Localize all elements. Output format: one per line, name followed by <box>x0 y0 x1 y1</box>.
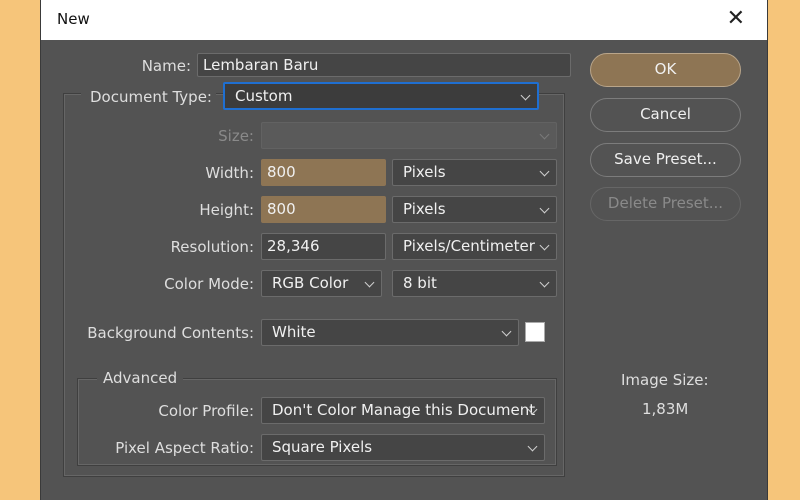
title-bar: New ✕ <box>41 0 767 40</box>
document-type-value: Custom <box>235 87 293 105</box>
height-unit-value: Pixels <box>403 200 446 218</box>
pixel-aspect-ratio-select[interactable]: Square Pixels <box>261 434 545 461</box>
advanced-group-title: Advanced <box>97 369 184 387</box>
document-type-select[interactable]: Custom <box>223 82 539 110</box>
background-contents-select[interactable]: White <box>261 319 519 346</box>
color-mode-select[interactable]: RGB Color <box>261 270 382 297</box>
background-contents-label: Background Contents: <box>87 324 254 342</box>
delete-preset-button[interactable]: Delete Preset... <box>590 187 741 221</box>
color-profile-value: Don't Color Manage this Document <box>272 401 536 419</box>
image-size-label: Image Size: <box>621 371 709 389</box>
chevron-down-icon <box>364 277 375 288</box>
close-icon[interactable]: ✕ <box>727 6 745 32</box>
save-preset-button[interactable]: Save Preset... <box>590 143 741 177</box>
width-input[interactable]: 800 <box>261 159 386 186</box>
width-unit-select[interactable]: Pixels <box>392 159 557 186</box>
new-document-dialog: New ✕ Name: Lembaran Baru Document Type:… <box>40 0 768 500</box>
background-contents-value: White <box>272 323 316 341</box>
height-input[interactable]: 800 <box>261 196 386 223</box>
bit-depth-select[interactable]: 8 bit <box>392 270 557 297</box>
color-mode-value: RGB Color <box>272 274 349 292</box>
resolution-unit-value: Pixels/Centimeter <box>403 237 535 255</box>
height-label: Height: <box>199 201 254 219</box>
chevron-down-icon <box>539 240 550 251</box>
pixel-aspect-ratio-label: Pixel Aspect Ratio: <box>115 439 254 457</box>
size-label: Size: <box>218 127 254 145</box>
pixel-aspect-ratio-value: Square Pixels <box>272 438 373 456</box>
cancel-button[interactable]: Cancel <box>590 98 741 132</box>
chevron-down-icon <box>501 326 512 337</box>
size-select[interactable] <box>261 122 557 149</box>
ok-button[interactable]: OK <box>590 53 741 87</box>
width-unit-value: Pixels <box>403 163 446 181</box>
color-profile-select[interactable]: Don't Color Manage this Document <box>261 397 545 424</box>
background-color-swatch[interactable] <box>525 322 545 342</box>
dialog-title: New <box>57 10 90 28</box>
resolution-label: Resolution: <box>170 238 254 256</box>
document-type-label: Document Type: <box>81 88 216 106</box>
name-label: Name: <box>141 57 191 75</box>
height-unit-select[interactable]: Pixels <box>392 196 557 223</box>
bit-depth-value: 8 bit <box>403 274 437 292</box>
chevron-down-icon <box>539 129 550 140</box>
width-label: Width: <box>205 164 254 182</box>
image-size-value: 1,83M <box>642 400 689 418</box>
chevron-down-icon <box>539 166 550 177</box>
name-input[interactable]: Lembaran Baru <box>197 53 571 77</box>
chevron-down-icon <box>527 441 538 452</box>
color-mode-label: Color Mode: <box>164 275 254 293</box>
chevron-down-icon <box>539 203 550 214</box>
chevron-down-icon <box>539 277 550 288</box>
resolution-unit-select[interactable]: Pixels/Centimeter <box>392 233 557 260</box>
resolution-input[interactable]: 28,346 <box>261 233 386 260</box>
chevron-down-icon <box>520 90 531 101</box>
color-profile-label: Color Profile: <box>158 402 254 420</box>
